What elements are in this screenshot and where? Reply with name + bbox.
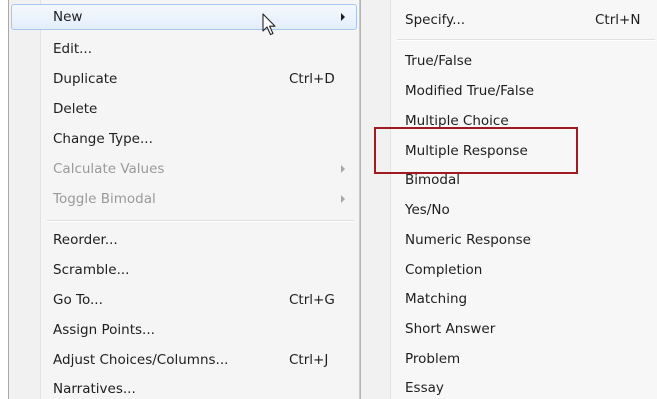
menu-item-adjust-choices[interactable]: Adjust Choices/Columns... Ctrl+J <box>11 347 357 373</box>
context-menu: New Edit... Duplicate Ctrl+D Delete Chan… <box>8 0 360 399</box>
submenu-arrow-icon <box>341 165 345 173</box>
mouse-pointer-icon <box>262 13 276 36</box>
submenu-item-label: Modified True/False <box>405 83 535 99</box>
new-submenu: Specify... Ctrl+N True/False Modified Tr… <box>360 0 657 399</box>
menu-item-label: Go To... <box>53 292 103 308</box>
menu-item-label: Toggle Bimodal <box>53 191 156 207</box>
menu-item-toggle-bimodal: Toggle Bimodal <box>11 186 357 212</box>
menu-item-label: Duplicate <box>53 71 118 87</box>
menu-item-shortcut: Ctrl+G <box>289 292 335 308</box>
menu-item-label: Assign Points... <box>53 322 155 338</box>
submenu-item-completion[interactable]: Completion <box>363 257 655 283</box>
menu-item-shortcut: Ctrl+J <box>289 352 329 368</box>
submenu-arrow-icon <box>341 195 345 203</box>
menu-item-label: Adjust Choices/Columns... <box>53 352 229 368</box>
menu-item-label: Delete <box>53 101 98 117</box>
menu-item-label: Scramble... <box>53 262 130 278</box>
menu-item-edit[interactable]: Edit... <box>11 36 357 62</box>
menu-item-label: Change Type... <box>53 131 153 147</box>
submenu-item-label: True/False <box>405 53 473 69</box>
menu-item-label: Edit... <box>53 41 93 57</box>
submenu-item-problem[interactable]: Problem <box>363 346 655 372</box>
submenu-item-short-answer[interactable]: Short Answer <box>363 316 655 342</box>
menu-item-scramble[interactable]: Scramble... <box>11 257 357 283</box>
submenu-item-bimodal[interactable]: Bimodal <box>363 167 655 193</box>
menu-item-label: Calculate Values <box>53 161 165 177</box>
submenu-item-yes-no[interactable]: Yes/No <box>363 197 655 223</box>
menu-item-label: Reorder... <box>53 232 118 248</box>
submenu-item-label: Completion <box>405 262 483 278</box>
submenu-item-specify[interactable]: Specify... Ctrl+N <box>363 7 655 33</box>
menu-item-calculate-values: Calculate Values <box>11 156 357 182</box>
submenu-item-label: Multiple Choice <box>405 113 509 129</box>
menu-item-assign-points[interactable]: Assign Points... <box>11 317 357 343</box>
menu-item-label: Narratives... <box>53 381 136 397</box>
menu-item-duplicate[interactable]: Duplicate Ctrl+D <box>11 66 357 92</box>
submenu-item-label: Numeric Response <box>405 232 531 248</box>
submenu-item-label: Matching <box>405 291 468 307</box>
submenu-item-label: Multiple Response <box>405 143 528 159</box>
menu-item-reorder[interactable]: Reorder... <box>11 227 357 253</box>
menu-separator <box>47 220 355 222</box>
submenu-item-label: Problem <box>405 351 461 367</box>
submenu-arrow-icon <box>341 13 345 21</box>
submenu-item-label: Yes/No <box>405 202 450 218</box>
submenu-item-shortcut: Ctrl+N <box>595 12 641 28</box>
submenu-item-modified-true-false[interactable]: Modified True/False <box>363 78 655 104</box>
screen: New Edit... Duplicate Ctrl+D Delete Chan… <box>0 0 657 399</box>
menu-item-change-type[interactable]: Change Type... <box>11 126 357 152</box>
submenu-item-true-false[interactable]: True/False <box>363 48 655 74</box>
menu-item-go-to[interactable]: Go To... Ctrl+G <box>11 287 357 313</box>
submenu-separator <box>397 39 655 41</box>
submenu-item-essay[interactable]: Essay <box>363 375 655 399</box>
submenu-item-label: Specify... <box>405 12 466 28</box>
menu-item-new[interactable]: New <box>11 4 357 30</box>
menu-item-narratives[interactable]: Narratives... <box>11 376 357 399</box>
submenu-item-matching[interactable]: Matching <box>363 286 655 312</box>
submenu-item-multiple-response[interactable]: Multiple Response <box>363 138 655 164</box>
submenu-item-label: Bimodal <box>405 172 461 188</box>
submenu-item-label: Essay <box>405 380 444 396</box>
submenu-item-label: Short Answer <box>405 321 496 337</box>
submenu-item-multiple-choice[interactable]: Multiple Choice <box>363 108 655 134</box>
menu-item-label: New <box>53 9 83 25</box>
menu-item-delete[interactable]: Delete <box>11 96 357 122</box>
submenu-item-numeric-response[interactable]: Numeric Response <box>363 227 655 253</box>
menu-item-shortcut: Ctrl+D <box>289 71 335 87</box>
